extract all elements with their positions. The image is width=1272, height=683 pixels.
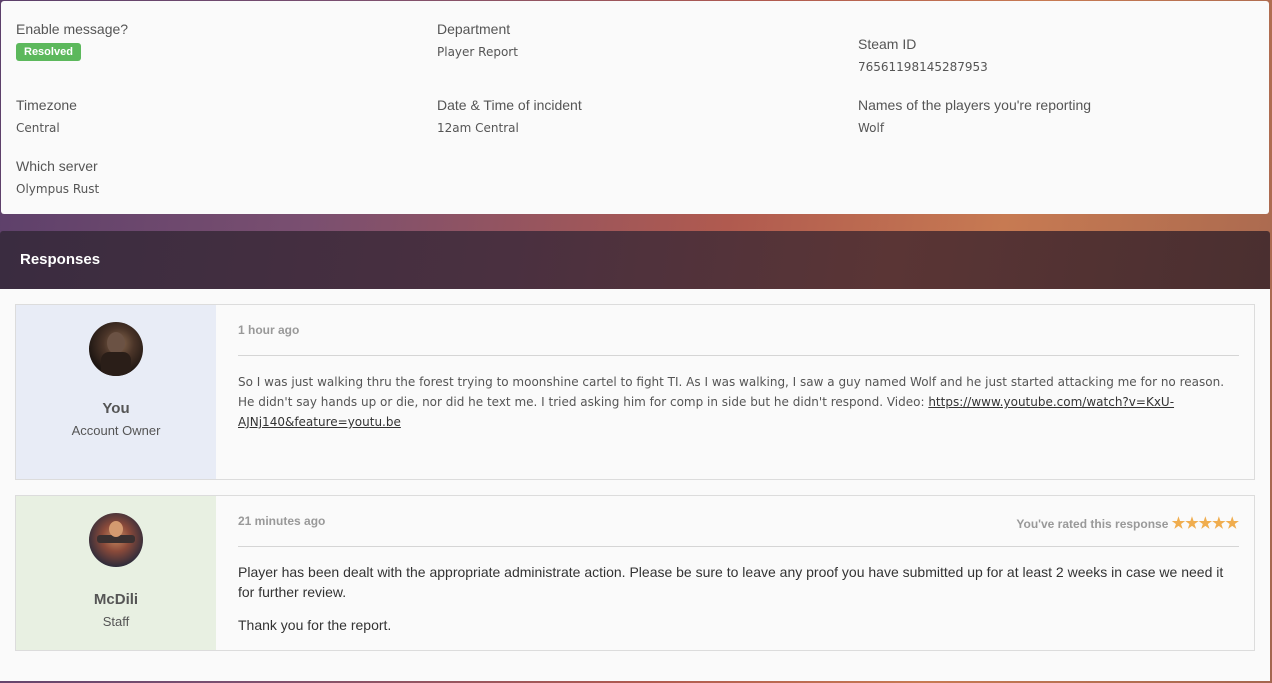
response-paragraph: Thank you for the report. [238,617,392,633]
divider [238,546,1239,547]
field-label: Names of the players you're reporting [858,97,1092,113]
server-field: Which server Olympus Rust [16,158,99,196]
response-author-panel: You Account Owner [16,305,216,479]
ticket-info-card: Enable message? Resolved Department Play… [1,1,1269,214]
avatar[interactable] [89,322,143,376]
star-icon[interactable]: ★ [1226,515,1239,532]
response-item: McDili Staff 21 minutes ago You've rated… [15,495,1255,651]
response-content: 1 hour ago So I was just walking thru th… [238,305,1239,479]
field-value: Wolf [858,121,885,135]
field-label: Steam ID [858,36,917,52]
response-content: 21 minutes ago You've rated this respons… [238,496,1239,650]
field-label: Which server [16,158,98,174]
response-item: You Account Owner 1 hour ago So I was ju… [15,304,1255,480]
reported-players-field: Names of the players you're reporting Wo… [858,97,1091,135]
author-role: Account Owner [71,423,161,438]
response-timestamp: 21 minutes ago [238,514,326,528]
rating-label: You've rated this response [1016,517,1169,531]
author-role: Staff [102,614,130,629]
author-name: McDili [93,591,139,608]
star-icon[interactable]: ★ [1185,515,1198,532]
field-value: 12am Central [437,121,519,135]
response-paragraph: Player has been dealt with the appropria… [238,564,1224,600]
responses-header: Responses [0,231,1270,289]
divider [238,355,1239,356]
response-timestamp: 1 hour ago [238,323,300,337]
field-label: Enable message? [16,21,129,37]
field-value: Olympus Rust [16,182,100,196]
response-text: Player has been dealt with the appropria… [238,562,1239,648]
enable-message-field: Enable message? Resolved [16,21,128,61]
star-icon[interactable]: ★ [1172,515,1185,532]
star-icon[interactable]: ★ [1212,515,1225,532]
field-label: Department [437,21,511,37]
field-label: Date & Time of incident [437,97,582,113]
response-author-panel: McDili Staff [16,496,216,650]
department-field: Department Player Report [437,21,518,59]
field-label: Timezone [16,97,77,113]
star-icon[interactable]: ★ [1199,515,1212,532]
responses-list: You Account Owner 1 hour ago So I was ju… [0,289,1270,681]
rating-stars[interactable]: ★★★★★ [1172,515,1239,532]
field-value: 76561198145287953 [858,60,988,74]
incident-time-field: Date & Time of incident 12am Central [437,97,582,135]
response-text: So I was just walking thru the forest tr… [238,372,1239,432]
steam-id-field: Steam ID 76561198145287953 [858,36,988,74]
field-value: Central [16,121,60,135]
rating: You've rated this response ★★★★★ [1016,514,1239,532]
avatar[interactable] [89,513,143,567]
field-value: Player Report [437,45,518,59]
author-name: You [102,400,130,417]
status-badge: Resolved [16,43,81,61]
timezone-field: Timezone Central [16,97,77,135]
responses-title: Responses [20,251,101,268]
